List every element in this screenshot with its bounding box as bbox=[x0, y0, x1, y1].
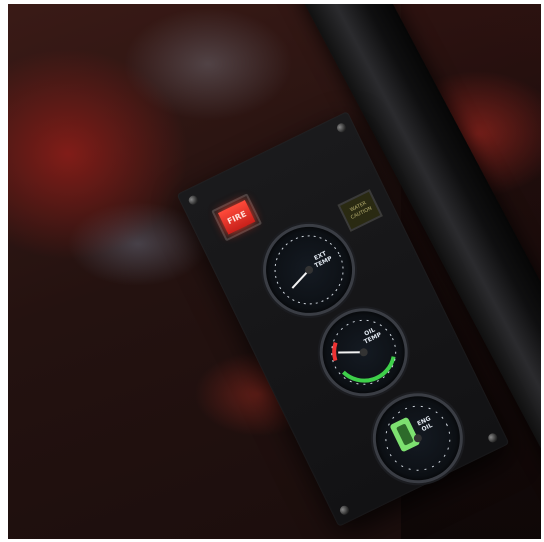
oil-temp-dial-icon bbox=[331, 319, 397, 385]
screw bbox=[187, 194, 200, 207]
fire-button-label: FIRE bbox=[217, 199, 256, 235]
fire-button[interactable]: FIRE bbox=[211, 193, 263, 242]
water-caution-annunciator[interactable]: WATER CAUTION bbox=[337, 189, 383, 232]
screw bbox=[338, 504, 351, 517]
screw bbox=[486, 431, 499, 444]
photo-background: FIRE WATER CAUTION EXT TEMP OIL TEMP ENG… bbox=[8, 4, 541, 539]
screw bbox=[335, 121, 348, 134]
